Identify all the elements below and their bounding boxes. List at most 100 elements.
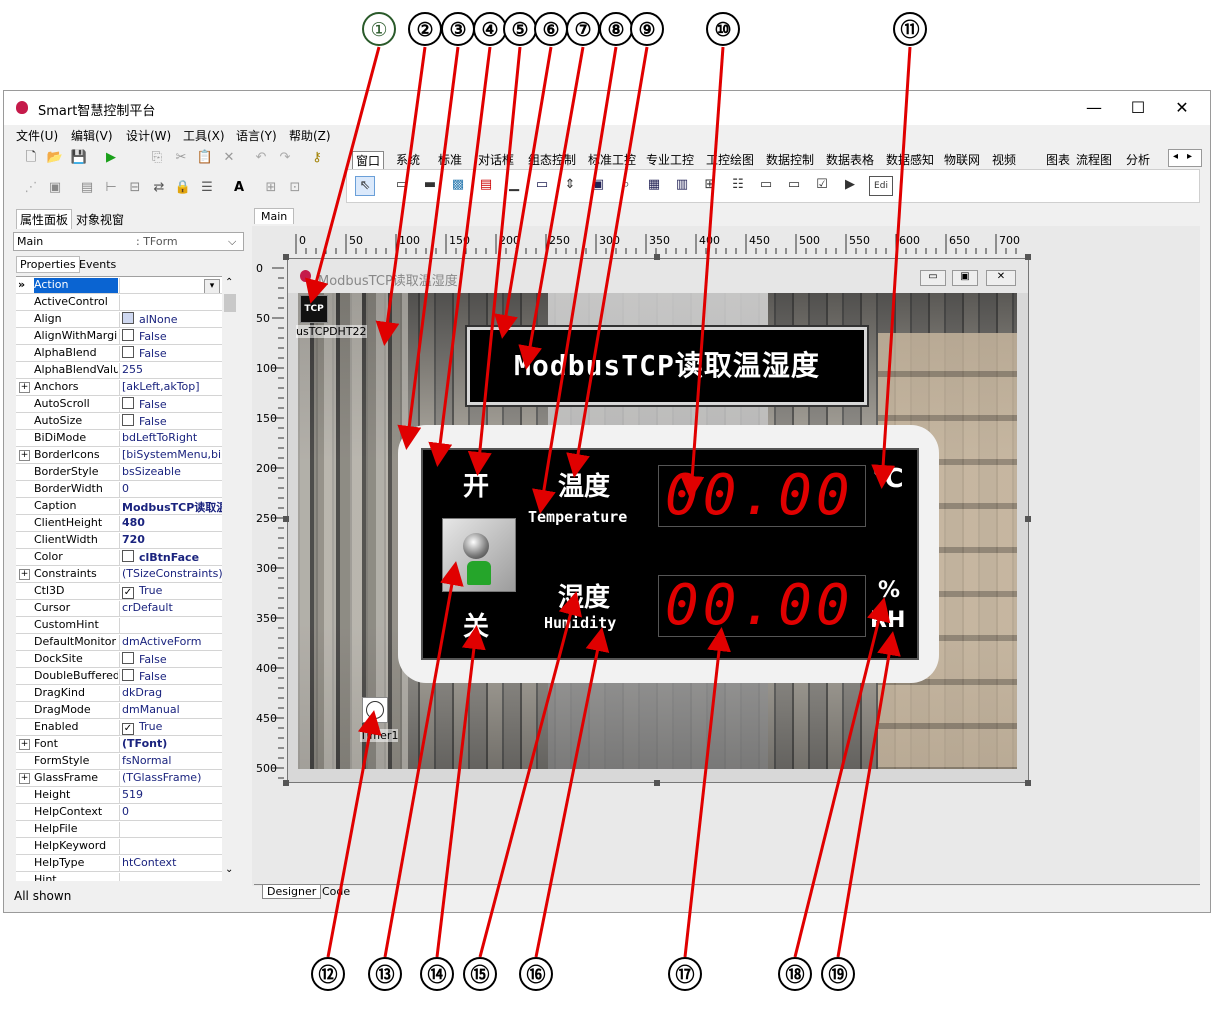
form-minimize-icon[interactable]: ▭ [920,270,946,286]
tab-order-icon[interactable]: ⇄ [150,179,168,197]
tab-charts[interactable]: 图表 [1046,151,1070,168]
property-value[interactable] [119,873,222,881]
component-memo-icon[interactable]: ▤ [477,176,495,194]
menu-design[interactable]: 设计(W) [126,127,171,144]
form-close-icon[interactable]: ✕ [986,270,1016,286]
property-value[interactable]: False [119,669,222,684]
component-list-icon[interactable]: ☷ [729,176,747,194]
property-row[interactable]: HelpKeyword [16,838,222,855]
property-row[interactable]: + Anchors [akLeft,akTop] [16,379,222,396]
property-value[interactable]: 480 [119,516,222,531]
property-value[interactable]: False [119,329,222,344]
property-value[interactable]: bsSizeable [119,465,222,480]
component-edit-icon[interactable]: ▭ [533,176,551,194]
checkbox[interactable]: ✓ [122,587,134,599]
checkbox[interactable] [122,346,134,358]
resize-handle[interactable] [283,254,289,260]
property-value[interactable]: 519 [119,788,222,803]
component-combo-icon[interactable]: ▭ [785,176,803,194]
tab-standard-industrial[interactable]: 标准工控 [588,151,636,168]
tab-code[interactable]: Code [318,885,354,898]
paste-icon[interactable]: 📋 [196,149,214,167]
component-label-icon[interactable]: ▭ [393,176,411,194]
property-value[interactable] [119,839,222,854]
property-value[interactable]: False [119,652,222,667]
property-row[interactable]: ActiveControl [16,294,222,311]
property-row[interactable]: + BorderIcons [biSystemMenu,biMini [16,447,222,464]
tab-data-sensing[interactable]: 数据感知 [886,151,934,168]
component-window-icon[interactable]: ▥ [673,176,691,194]
component-button-icon[interactable]: ▭ [757,176,775,194]
property-row[interactable]: AutoSize False [16,413,222,430]
tab-config-control[interactable]: 组态控制 [528,151,576,168]
menu-language[interactable]: 语言(Y) [236,127,277,144]
component-image-icon[interactable]: ▩ [449,176,467,194]
property-row[interactable]: Cursor crDefault [16,600,222,617]
property-row[interactable]: BorderWidth 0 [16,481,222,498]
temperature-led-display[interactable]: 00.00 [658,465,866,527]
tab-video[interactable]: 视频 [992,151,1016,168]
property-row[interactable]: HelpType htContext [16,855,222,872]
tab-standard[interactable]: 标准 [438,151,462,168]
property-value[interactable]: False [119,346,222,361]
property-value[interactable]: dkDrag [119,686,222,701]
align-left-icon[interactable]: ⊢ [102,179,120,197]
checkbox[interactable] [122,397,134,409]
component-grid-icon[interactable]: ▦ [645,176,663,194]
scroll-down-icon[interactable]: ⌄ [225,864,233,875]
scroll-thumb[interactable] [224,294,236,312]
tab-dialogs[interactable]: 对话框 [478,151,514,168]
component-search-icon[interactable]: ⌕ [617,176,635,194]
toggle-switch[interactable] [442,518,516,592]
component-progress-icon[interactable]: ▁ [505,176,523,194]
property-row[interactable]: CustomHint [16,617,222,634]
tab-iot[interactable]: 物联网 [944,151,980,168]
tab-events[interactable]: Events [79,258,116,271]
property-value[interactable]: dmManual [119,703,222,718]
select-all-icon[interactable]: ⋰ [22,179,40,197]
snap-icon[interactable]: ⊡ [286,179,304,197]
delete-icon[interactable]: ✕ [220,149,238,167]
resize-handle[interactable] [654,780,660,786]
resize-handle[interactable] [654,254,660,260]
font-icon[interactable]: A [230,179,248,197]
property-value[interactable]: (TGlassFrame) [119,771,222,786]
lock-icon[interactable]: 🔒 [174,179,192,197]
property-grid-scrollbar[interactable]: ⌃ ⌄ [222,276,238,880]
component-play-icon[interactable]: ▶ [841,176,859,194]
component-editor-icon[interactable]: Edi [869,176,893,196]
property-row[interactable]: Hint [16,872,222,881]
property-value[interactable]: ▾ [119,278,222,293]
modbus-tcp-component-icon[interactable]: TCP [300,295,328,323]
property-row[interactable]: + Font (TFont) [16,736,222,753]
property-row[interactable]: Color clBtnFace [16,549,222,566]
component-text-icon[interactable]: ▣ [589,176,607,194]
property-row[interactable]: Enabled ✓ True [16,719,222,736]
humidity-led-display[interactable]: 00.00 [658,575,866,637]
send-back-icon[interactable]: ▤ [78,179,96,197]
tab-properties[interactable]: Properties [16,256,80,273]
property-value[interactable]: False [119,397,222,412]
undo-icon[interactable]: ↶ [252,149,270,167]
cut-icon[interactable]: ✂ [172,149,190,167]
property-value[interactable]: 255 [119,363,222,378]
property-value[interactable]: 720 [119,533,222,548]
tab-properties-panel[interactable]: 属性面板 [16,209,73,229]
property-row[interactable]: Height 519 [16,787,222,804]
property-value[interactable]: ModbusTCP读取温 [119,499,222,514]
property-value[interactable] [119,618,222,633]
expand-icon[interactable]: + [19,739,30,750]
menu-edit[interactable]: 编辑(V) [71,127,113,144]
title-label-panel[interactable]: ModbusTCP读取温湿度 [467,327,867,405]
close-button[interactable]: ✕ [1160,95,1204,121]
property-row[interactable]: Align alNone [16,311,222,328]
scroll-up-icon[interactable]: ⌃ [225,277,233,288]
menu-file[interactable]: 文件(U) [16,127,58,144]
redo-icon[interactable]: ↷ [276,149,294,167]
property-row[interactable]: BiDiMode bdLeftToRight [16,430,222,447]
scroll-left-icon[interactable]: ◂ [1173,150,1178,164]
property-row[interactable]: HelpContext 0 [16,804,222,821]
component-spin-icon[interactable]: ⇕ [561,176,579,194]
resize-handle[interactable] [1025,516,1031,522]
dropdown-icon[interactable]: ▾ [204,279,220,293]
